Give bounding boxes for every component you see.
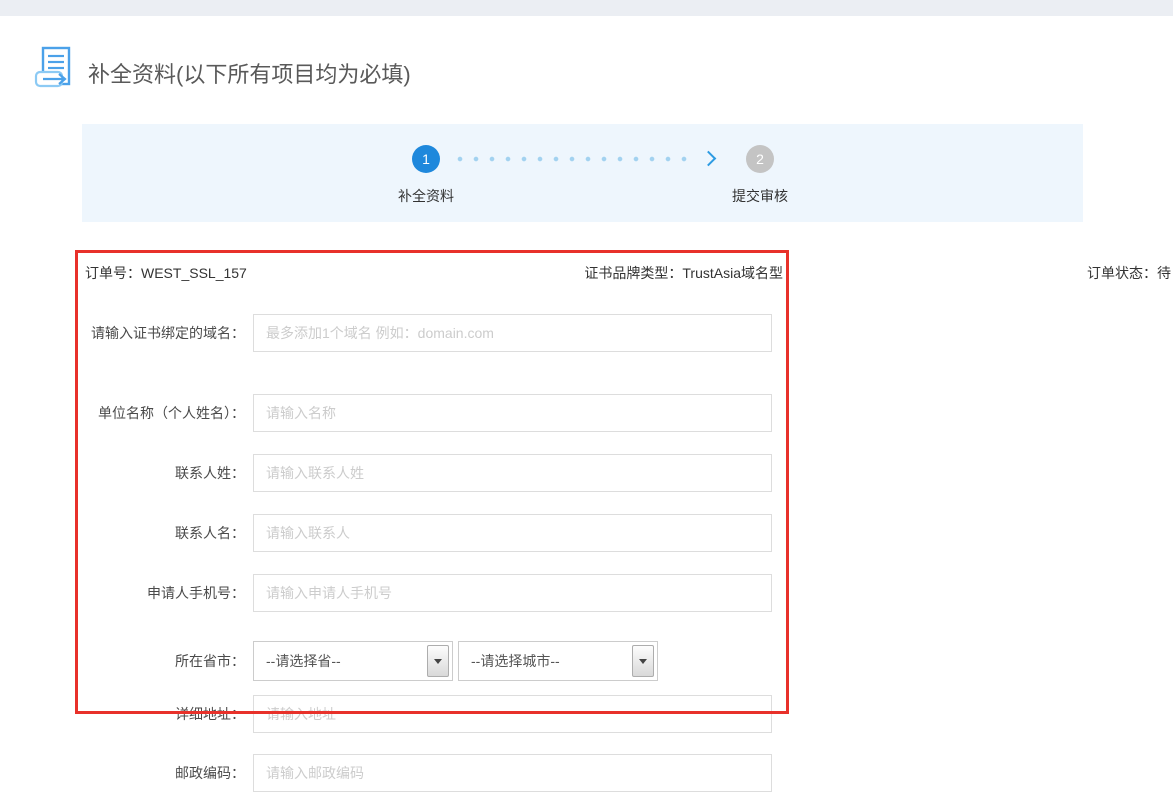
form-row-postal-code: 邮政编码：: [0, 754, 790, 792]
company-name-label: 单位名称（个人姓名）：: [0, 394, 245, 432]
address-input[interactable]: [253, 695, 772, 733]
region-label: 所在省市：: [0, 641, 245, 681]
company-name-input[interactable]: [253, 394, 772, 432]
contact-first-name-label: 联系人名：: [0, 514, 245, 552]
document-export-icon: [33, 45, 77, 93]
address-label: 详细地址：: [0, 695, 245, 733]
order-status: 订单状态：待: [1087, 263, 1171, 283]
form-row-address: 详细地址：: [0, 695, 790, 733]
form-row-applicant-phone: 申请人手机号：: [0, 574, 790, 612]
contact-last-name-label: 联系人姓：: [0, 454, 245, 492]
top-bar: [0, 0, 1173, 16]
postal-code-label: 邮政编码：: [0, 754, 245, 792]
step-2-circle: 2: [746, 145, 774, 173]
step-1-circle: 1: [412, 145, 440, 173]
order-number: 订单号：WEST_SSL_157: [85, 263, 247, 283]
dropdown-arrow-icon: [427, 645, 449, 677]
dropdown-arrow-icon: [632, 645, 654, 677]
applicant-phone-input[interactable]: [253, 574, 772, 612]
form-row-contact-last-name: 联系人姓：: [0, 454, 790, 492]
step-2-label: 提交审核: [700, 186, 820, 206]
step-1-label: 补全资料: [366, 186, 486, 206]
contact-last-name-input[interactable]: [253, 454, 772, 492]
province-selected-value: --请选择省--: [266, 653, 341, 669]
form-row-company-name: 单位名称（个人姓名）：: [0, 394, 790, 432]
certificate-brand-type: 证书品牌类型：TrustAsia域名型: [483, 263, 783, 283]
city-selected-value: --请选择城市--: [471, 653, 560, 669]
city-select[interactable]: --请选择城市--: [458, 641, 658, 681]
applicant-phone-label: 申请人手机号：: [0, 574, 245, 612]
province-select[interactable]: --请选择省--: [253, 641, 453, 681]
stepper: 1 2 补全资料 提交审核: [82, 124, 1083, 222]
postal-code-input[interactable]: [253, 754, 772, 792]
form-row-contact-first-name: 联系人名：: [0, 514, 790, 552]
contact-first-name-input[interactable]: [253, 514, 772, 552]
page: 补全资料(以下所有项目均为必填) 1 2 补全资料 提交审核 订单号：WEST_…: [0, 0, 1173, 808]
form-row-domain: 请输入证书绑定的域名：: [0, 314, 790, 352]
arrow-right-icon: [701, 151, 717, 167]
form-row-region: 所在省市： --请选择省-- --请选择城市--: [0, 641, 790, 681]
stepper-dotted-line: [448, 151, 695, 167]
page-title: 补全资料(以下所有项目均为必填): [88, 60, 411, 90]
domain-label: 请输入证书绑定的域名：: [0, 314, 245, 352]
domain-input[interactable]: [253, 314, 772, 352]
